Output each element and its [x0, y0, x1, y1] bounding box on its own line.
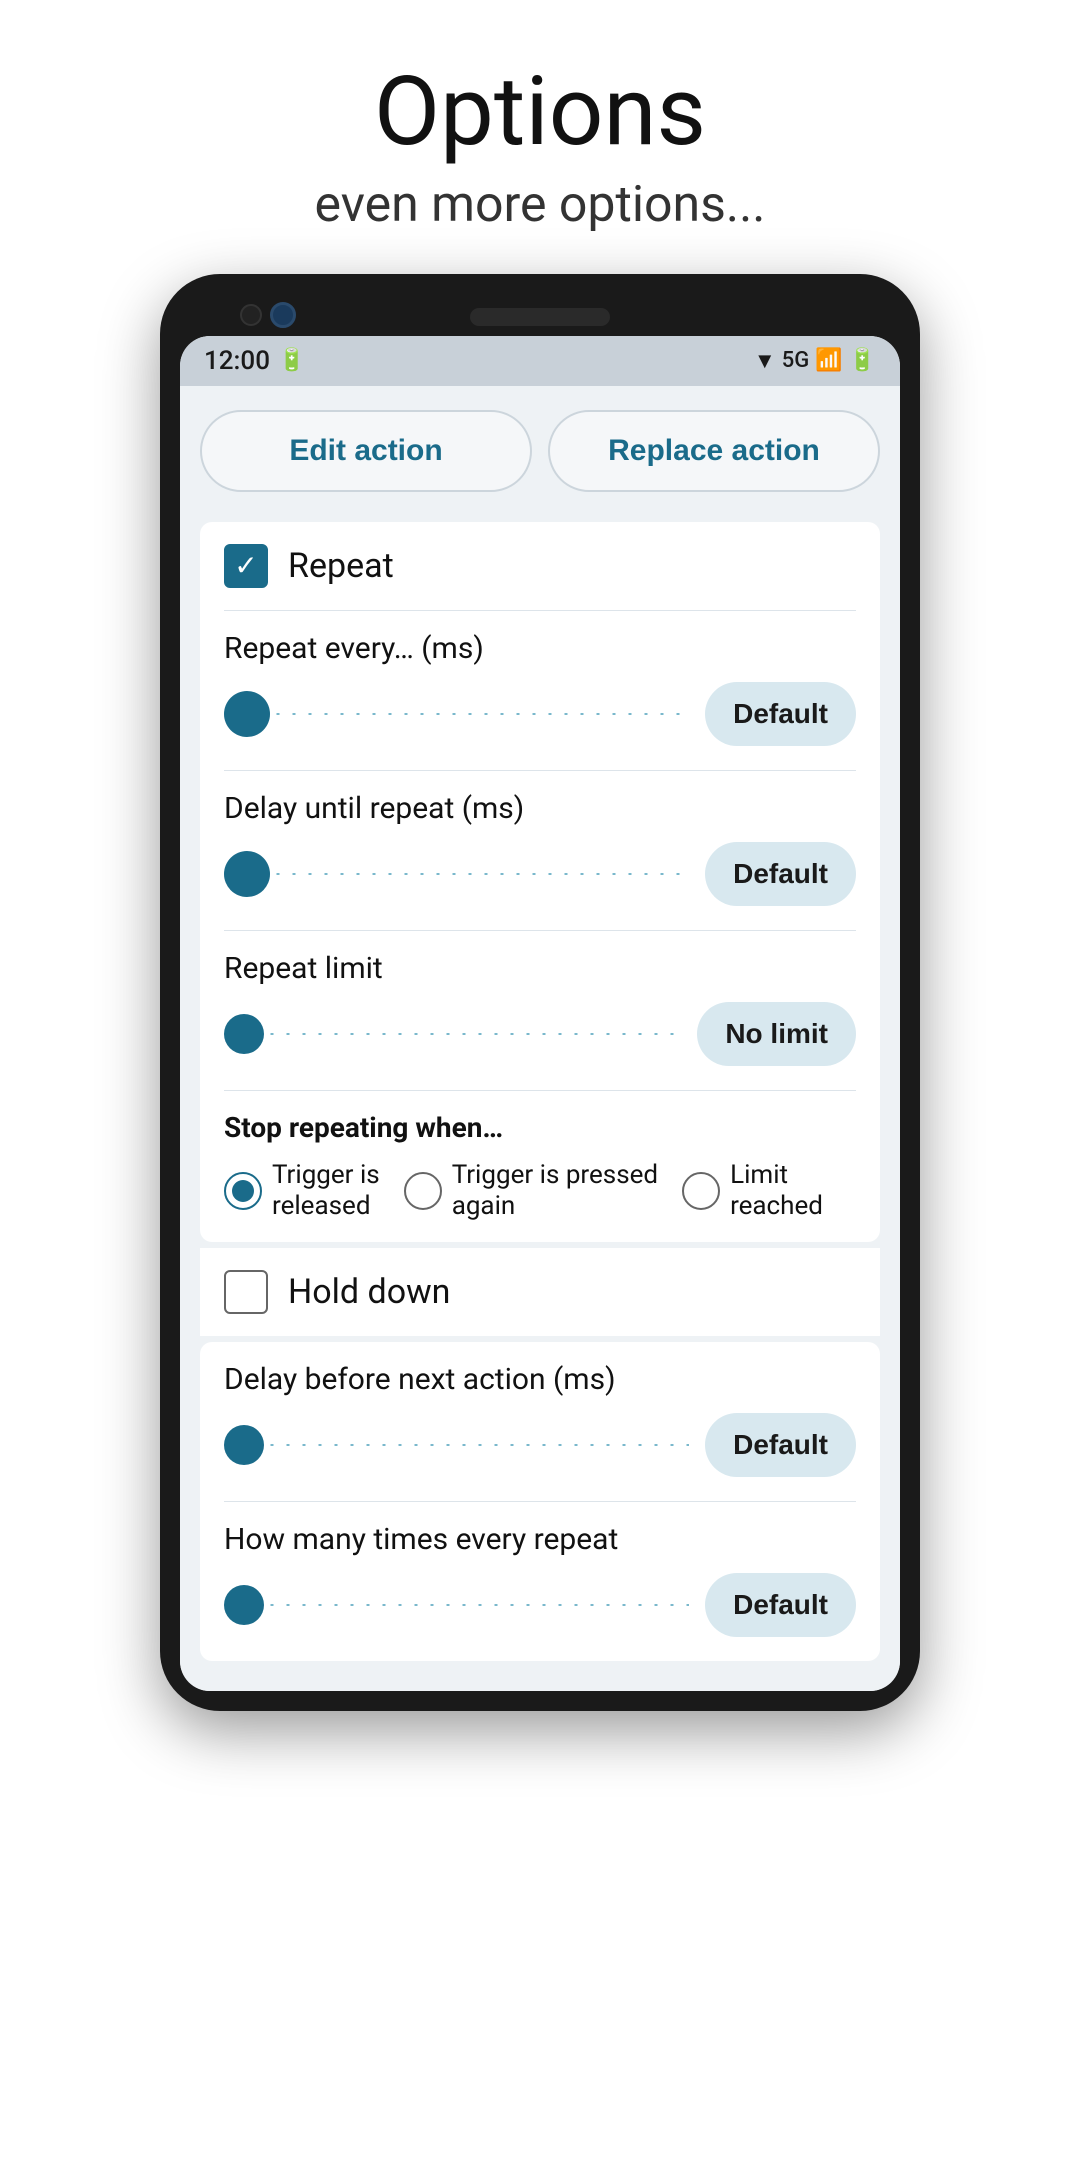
how-many-times-slider-row: Default — [224, 1573, 856, 1637]
delay-until-repeat-dots — [270, 872, 689, 876]
repeat-section: ✓ Repeat Repeat every… (ms) Default — [200, 522, 880, 1242]
delay-until-repeat-section: Delay until repeat (ms) Default — [200, 771, 880, 930]
delay-before-next-slider-row: Default — [224, 1413, 856, 1477]
repeat-checkbox-row[interactable]: ✓ Repeat — [200, 522, 880, 610]
hold-down-section: Hold down — [200, 1248, 880, 1336]
repeat-limit-dots — [264, 1032, 681, 1036]
repeat-limit-track[interactable] — [224, 1014, 681, 1054]
delay-before-next-thumb[interactable] — [224, 1425, 264, 1465]
how-many-times-thumb[interactable] — [224, 1585, 264, 1625]
radio-group: Trigger isreleased Trigger is pressedaga… — [224, 1160, 856, 1222]
repeat-label: Repeat — [288, 546, 394, 586]
repeat-every-dots — [270, 712, 689, 716]
delay-before-next-inner: Delay before next action (ms) Default — [200, 1342, 880, 1501]
repeat-limit-slider-row: No limit — [224, 1002, 856, 1066]
edit-action-button[interactable]: Edit action — [200, 410, 532, 492]
delay-until-repeat-track[interactable] — [224, 851, 689, 897]
repeat-limit-section: Repeat limit No limit — [200, 931, 880, 1090]
repeat-every-label: Repeat every… (ms) — [224, 631, 856, 666]
status-battery-icon: 🔋 — [278, 348, 305, 373]
repeat-limit-value[interactable]: No limit — [697, 1002, 856, 1066]
delay-before-next-section: Delay before next action (ms) Default Ho… — [200, 1342, 880, 1661]
radio-trigger-released[interactable]: Trigger isreleased — [224, 1160, 380, 1222]
phone-screen: 12:00 🔋 ▼ 5G 📶 🔋 Edit action Replace act… — [180, 336, 900, 1691]
delay-before-next-value[interactable]: Default — [705, 1413, 856, 1477]
radio-limit-reached[interactable]: Limitreached — [682, 1160, 823, 1222]
status-time: 12:00 — [204, 346, 270, 376]
delay-until-repeat-slider-row: Default — [224, 842, 856, 906]
radio-limit-reached-label: Limitreached — [730, 1160, 823, 1222]
how-many-times-dots — [264, 1603, 689, 1607]
delay-until-repeat-value[interactable]: Default — [705, 842, 856, 906]
repeat-every-value[interactable]: Default — [705, 682, 856, 746]
repeat-every-slider-row: Default — [224, 682, 856, 746]
radio-trigger-pressed-outer — [404, 1172, 442, 1210]
repeat-every-section: Repeat every… (ms) Default — [200, 611, 880, 770]
radio-limit-reached-outer — [682, 1172, 720, 1210]
signal-icon: 📶 — [815, 348, 842, 373]
repeat-limit-thumb[interactable] — [224, 1014, 264, 1054]
repeat-checkbox[interactable]: ✓ — [224, 544, 268, 588]
replace-action-button[interactable]: Replace action — [548, 410, 880, 492]
radio-trigger-released-outer — [224, 1172, 262, 1210]
repeat-every-track[interactable] — [224, 691, 689, 737]
delay-before-next-dots — [264, 1443, 689, 1447]
wifi-icon: ▼ — [754, 348, 776, 374]
app-content: Edit action Replace action ✓ Repeat Repe… — [180, 386, 900, 1691]
status-left: 12:00 🔋 — [204, 346, 305, 376]
network-label: 5G — [782, 348, 810, 373]
page-header: Options even more options... — [315, 0, 766, 274]
delay-until-repeat-label: Delay until repeat (ms) — [224, 791, 856, 826]
radio-trigger-pressed[interactable]: Trigger is pressedagain — [404, 1160, 658, 1222]
hold-down-row[interactable]: Hold down — [224, 1270, 856, 1314]
how-many-times-value[interactable]: Default — [705, 1573, 856, 1637]
radio-trigger-pressed-label: Trigger is pressedagain — [452, 1160, 658, 1222]
checkmark-icon: ✓ — [234, 552, 257, 580]
how-many-times-section: How many times every repeat Default — [200, 1502, 880, 1661]
action-buttons: Edit action Replace action — [200, 410, 880, 492]
status-right: ▼ 5G 📶 🔋 — [754, 348, 876, 374]
phone-camera-left — [240, 304, 262, 326]
phone-speaker — [470, 308, 610, 326]
hold-down-label: Hold down — [288, 1272, 450, 1312]
radio-trigger-released-label: Trigger isreleased — [272, 1160, 380, 1222]
phone-top-bar — [180, 294, 900, 336]
repeat-limit-label: Repeat limit — [224, 951, 856, 986]
page-subtitle: even more options... — [315, 176, 766, 234]
phone-frame: 12:00 🔋 ▼ 5G 📶 🔋 Edit action Replace act… — [160, 274, 920, 1711]
status-bar: 12:00 🔋 ▼ 5G 📶 🔋 — [180, 336, 900, 386]
delay-before-next-label: Delay before next action (ms) — [224, 1362, 856, 1397]
how-many-times-label: How many times every repeat — [224, 1522, 856, 1557]
stop-repeating-section: Stop repeating when… Trigger isreleased … — [200, 1091, 880, 1242]
delay-until-repeat-thumb[interactable] — [224, 851, 270, 897]
radio-trigger-released-inner — [232, 1180, 254, 1202]
battery-icon: 🔋 — [849, 348, 876, 373]
stop-repeating-label: Stop repeating when… — [224, 1111, 856, 1144]
page-title: Options — [315, 60, 766, 166]
delay-before-next-track[interactable] — [224, 1425, 689, 1465]
repeat-every-thumb[interactable] — [224, 691, 270, 737]
how-many-times-track[interactable] — [224, 1585, 689, 1625]
hold-down-checkbox[interactable] — [224, 1270, 268, 1314]
phone-camera-right — [270, 302, 296, 328]
